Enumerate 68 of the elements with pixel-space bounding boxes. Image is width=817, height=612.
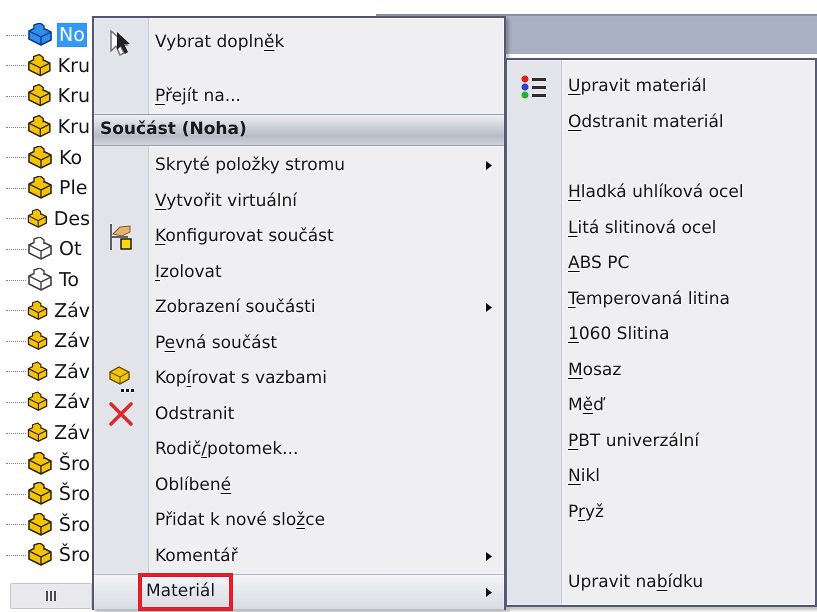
part-icon <box>26 176 54 200</box>
tree-item[interactable]: To <box>57 268 82 292</box>
menu-item[interactable]: Komentář <box>148 544 238 569</box>
part-icon <box>26 452 54 476</box>
tree-item[interactable]: Ko <box>57 146 84 170</box>
tree-item[interactable]: Šro <box>56 452 92 476</box>
menu-item[interactable]: Zobrazení součásti <box>148 295 316 320</box>
menu-item[interactable]: Nikl <box>561 464 600 490</box>
menu-item[interactable]: Pryž <box>561 500 604 525</box>
copy-part-icon <box>107 364 135 394</box>
menu-item[interactable]: Upravit materiál <box>561 74 706 100</box>
tree-item[interactable]: Šro <box>56 482 92 506</box>
part-icon <box>26 237 54 262</box>
part-icon <box>26 84 53 108</box>
tree-item[interactable]: Ot <box>57 237 84 262</box>
grip-icon <box>46 591 56 601</box>
menu-item[interactable]: Upravit nabídku <box>561 570 704 596</box>
menu-item[interactable]: Přejít na... <box>148 84 241 109</box>
menu-item[interactable]: Hladká uhlíková ocel <box>561 180 744 206</box>
material-list-icon <box>520 74 548 99</box>
menu-section-header: Součást (Noha) <box>94 114 504 146</box>
part-icon <box>26 206 49 231</box>
highlight-frame: Materiál <box>138 573 234 610</box>
menu-item[interactable]: Odstranit materiál <box>561 110 724 135</box>
menu-item[interactable]: ABS PC <box>561 251 630 276</box>
tree-item[interactable]: Des <box>52 206 92 231</box>
menu-item[interactable]: Temperovaná litina <box>561 286 730 312</box>
menu-item[interactable]: PBT univerzální <box>561 428 700 454</box>
part-icon <box>26 298 50 323</box>
menu-item[interactable]: Vytvořit virtuální <box>148 188 298 214</box>
configure-icon <box>108 222 134 252</box>
menu-item[interactable]: Mosaz <box>561 358 622 383</box>
tree-item[interactable]: Záv <box>52 329 92 354</box>
menu-item[interactable]: Litá slitinová ocel <box>561 216 716 241</box>
menu-item[interactable]: 1060 Slitina <box>561 322 670 348</box>
menu-item[interactable]: Přidat k nové složce <box>148 508 326 534</box>
menu-item[interactable]: Izolovat <box>148 260 222 285</box>
part-icon <box>26 482 54 506</box>
tree-item[interactable]: Šro <box>56 543 92 568</box>
tree-item[interactable]: Kru <box>56 54 92 78</box>
tree-item[interactable]: Kru <box>56 84 92 108</box>
tree-item[interactable]: Záv <box>52 298 92 323</box>
tree-item[interactable]: Záv <box>52 390 92 414</box>
delete-icon <box>108 402 134 426</box>
tree-item[interactable]: Šro <box>56 512 92 537</box>
menu-item[interactable]: Kopírovat s vazbami <box>148 366 327 392</box>
part-icon <box>26 146 54 170</box>
tree-item[interactable]: Záv <box>52 360 92 384</box>
tree-item[interactable]: Ple <box>57 176 90 200</box>
menu-item[interactable]: Skryté položky stromu <box>148 153 346 178</box>
scrollbar-thumb[interactable] <box>10 583 92 609</box>
part-icon <box>26 543 54 568</box>
menu-item[interactable]: Konfigurovat součást <box>148 224 334 250</box>
tree-item[interactable]: Kru <box>56 115 92 140</box>
menu-item[interactable]: Vybrat doplněk <box>148 30 284 56</box>
part-icon <box>26 115 53 140</box>
menu-item[interactable]: Pevná součást <box>148 330 278 356</box>
menu-item[interactable]: Odstranit <box>148 402 234 427</box>
menu-item[interactable]: Materiál <box>94 574 504 610</box>
part-icon <box>26 23 54 48</box>
part-icon <box>26 512 54 537</box>
part-icon <box>26 360 50 384</box>
menu-item[interactable]: Oblíbené <box>148 472 232 498</box>
tree-item[interactable]: Záv <box>52 421 92 446</box>
menu-item[interactable]: Měď <box>561 393 604 418</box>
menu-item[interactable]: Rodič/potomek... <box>148 437 298 462</box>
part-icon <box>26 268 54 292</box>
part-icon <box>26 54 53 78</box>
